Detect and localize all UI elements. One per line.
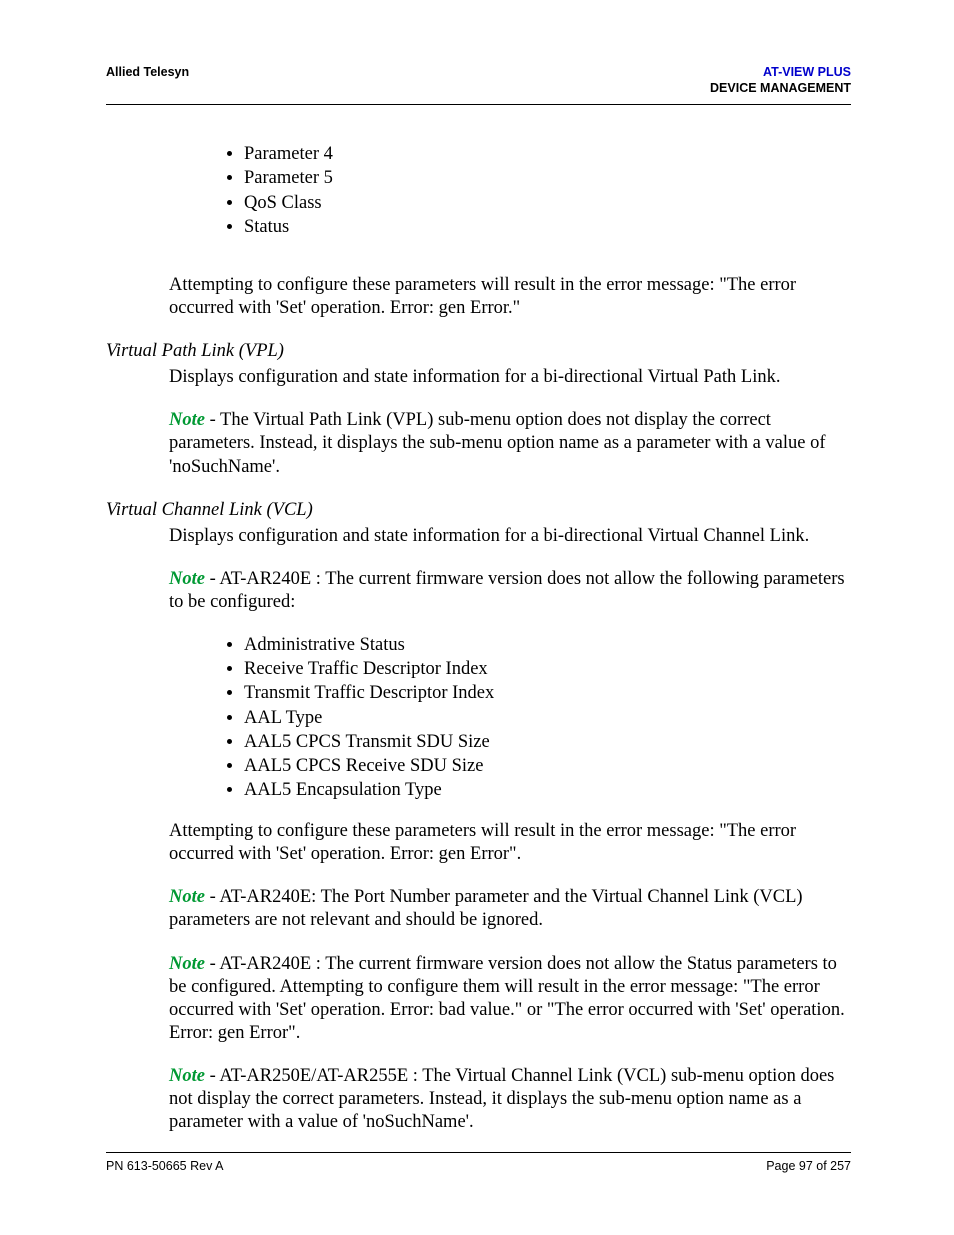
list-item: Receive Traffic Descriptor Index (244, 658, 851, 681)
vpl-heading: Virtual Path Link (VPL) (106, 340, 851, 363)
vpl-note: Note - The Virtual Path Link (VPL) sub-m… (169, 409, 851, 478)
note-label: Note (169, 887, 205, 907)
note-text: - AT-AR240E: The Port Number parameter a… (169, 887, 803, 930)
note-label: Note (169, 954, 205, 974)
vcl-desc: Displays configuration and state informa… (169, 525, 851, 548)
page-footer: PN 613-50665 Rev A Page 97 of 257 (106, 1152, 851, 1175)
note-text: - AT-AR250E/AT-AR255E : The Virtual Chan… (169, 1066, 834, 1132)
note-text: - AT-AR240E : The current firmware versi… (169, 954, 845, 1043)
vcl-note-4: Note - AT-AR250E/AT-AR255E : The Virtual… (169, 1065, 851, 1134)
header-company: Allied Telesyn (106, 65, 189, 81)
footer-page-number: Page 97 of 257 (766, 1159, 851, 1175)
list-item: AAL5 Encapsulation Type (244, 779, 851, 802)
list-item: AAL5 CPCS Receive SDU Size (244, 755, 851, 778)
vcl-bullet-list: Administrative Status Receive Traffic De… (169, 634, 851, 802)
list-item: Administrative Status (244, 634, 851, 657)
vcl-heading: Virtual Channel Link (VCL) (106, 499, 851, 522)
top-bullet-list: Parameter 4 Parameter 5 QoS Class Status (169, 143, 851, 239)
list-item: AAL5 CPCS Transmit SDU Size (244, 731, 851, 754)
list-item: Parameter 4 (244, 143, 851, 166)
note-text: - The Virtual Path Link (VPL) sub-menu o… (169, 410, 826, 476)
note-label: Note (169, 569, 205, 589)
vcl-note-1: Note - AT-AR240E : The current firmware … (169, 568, 851, 614)
note-label: Note (169, 410, 205, 430)
list-item: Transmit Traffic Descriptor Index (244, 682, 851, 705)
vcl-note-2: Note - AT-AR240E: The Port Number parame… (169, 886, 851, 932)
top-paragraph: Attempting to configure these parameters… (169, 274, 851, 320)
note-label: Note (169, 1066, 205, 1086)
list-item: AAL Type (244, 707, 851, 730)
header-section: DEVICE MANAGEMENT (710, 81, 851, 95)
header-right: AT-VIEW PLUS DEVICE MANAGEMENT (710, 65, 851, 96)
page-content: Parameter 4 Parameter 5 QoS Class Status… (106, 143, 851, 1134)
product-link[interactable]: AT-VIEW PLUS (763, 65, 851, 79)
list-item: QoS Class (244, 192, 851, 215)
page-header: Allied Telesyn AT-VIEW PLUS DEVICE MANAG… (106, 65, 851, 105)
vpl-desc: Displays configuration and state informa… (169, 366, 851, 389)
list-item: Status (244, 216, 851, 239)
list-item: Parameter 5 (244, 167, 851, 190)
note-text: - AT-AR240E : The current firmware versi… (169, 569, 845, 612)
vcl-after-list-para: Attempting to configure these parameters… (169, 820, 851, 866)
vcl-note-3: Note - AT-AR240E : The current firmware … (169, 953, 851, 1046)
footer-part-number: PN 613-50665 Rev A (106, 1159, 223, 1175)
